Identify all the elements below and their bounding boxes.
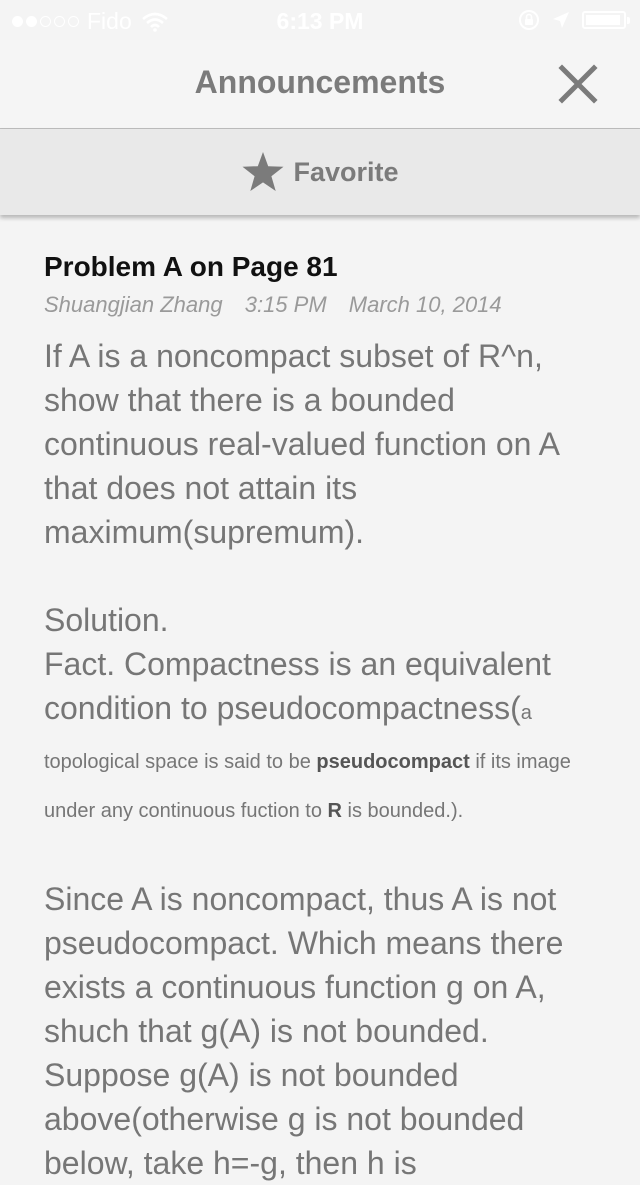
announcement-body: If A is a noncompact subset of R^n, show…: [44, 334, 604, 1185]
close-icon: [558, 64, 598, 104]
favorite-content: Favorite: [241, 151, 399, 193]
announcement-meta: Shuangjian Zhang 3:15 PM March 10, 2014: [44, 290, 604, 320]
battery-icon: [582, 11, 630, 29]
battery-level: [586, 15, 621, 25]
real-numbers-term: R: [327, 800, 342, 822]
location-arrow-icon: [553, 12, 569, 28]
favorite-button[interactable]: Favorite: [0, 129, 640, 215]
status-right: [518, 9, 630, 31]
fact-paragraph: Fact. Compactness is an equivalent condi…: [44, 642, 604, 833]
fact-text: Fact. Compactness is an equivalent condi…: [44, 646, 551, 726]
solution-heading: Solution.: [44, 602, 169, 638]
rotation-lock-icon: [519, 10, 539, 30]
post-time: 3:15 PM: [244, 292, 327, 317]
star-icon: [242, 152, 284, 191]
favorite-label: Favorite: [293, 156, 399, 187]
close-button[interactable]: [556, 62, 600, 106]
pseudocompact-term: pseudocompact: [316, 751, 470, 773]
status-bar: Fido 6:13 PM: [0, 0, 640, 40]
argument-paragraph: Since A is noncompact, thus A is not pse…: [44, 881, 564, 1181]
announcement-content: Problem A on Page 81 Shuangjian Zhang 3:…: [44, 248, 604, 1185]
problem-statement: If A is a noncompact subset of R^n, show…: [44, 338, 559, 550]
announcement-title: Problem A on Page 81: [44, 251, 338, 282]
post-date: March 10, 2014: [348, 292, 502, 317]
navigation-bar: Announcements: [0, 40, 640, 129]
page-title: Announcements: [194, 64, 446, 100]
author-name: Shuangjian Zhang: [44, 292, 223, 317]
